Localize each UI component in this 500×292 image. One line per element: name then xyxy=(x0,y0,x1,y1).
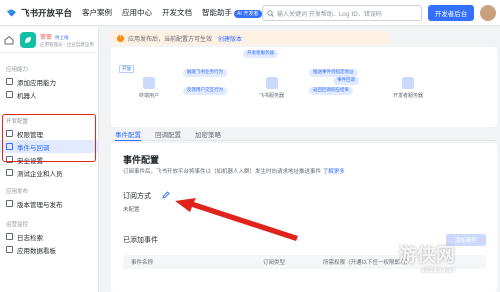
tab-callback-config[interactable]: 回调配置 xyxy=(155,129,181,140)
group-label-monitoring: 运营监控 xyxy=(6,222,29,228)
flow-pill: 开发者服务器 xyxy=(243,50,278,58)
server-icon xyxy=(265,77,278,89)
sidebar-item-label: 版本管理与发布 xyxy=(17,200,63,209)
home-icon[interactable] xyxy=(4,35,14,45)
flow-node-user: 终端用户 xyxy=(139,77,159,99)
notice-text: 应用发布后，当前配置方可生效 xyxy=(128,35,213,43)
users-icon xyxy=(6,169,13,176)
highlight-box-dev-config xyxy=(2,114,96,162)
server-icon xyxy=(402,77,414,89)
watermark: 游侠网 ali213.net xyxy=(398,240,455,274)
flow-pill: 反馈用户交互行为 xyxy=(183,87,227,95)
feishu-logo-icon xyxy=(6,8,17,17)
top-nav: 客户案例 应用中心 开发文档 智能助手 AI 开发者 xyxy=(82,7,262,18)
sidebar-item-logs[interactable]: 日志检索 xyxy=(0,230,99,243)
flow-pill: 推送事件到指定地址 xyxy=(309,69,358,77)
column-event-name: 事件名称 xyxy=(131,260,154,266)
column-subscription-type: 订阅类型 xyxy=(263,260,286,266)
flow-diagram: 开发者服务器 开放 终端用户 触发飞书业务行为 反馈用户交互行为 飞书服务器 推… xyxy=(111,47,497,127)
sidebar-item-label: 日志检索 xyxy=(17,233,43,242)
section-desc: 订阅事件后，飞书开放平台将事件以（如机器人入群）发生时向请求地址推送事件 了解更… xyxy=(123,167,345,175)
nav-ai-assistant-label: 智能助手 xyxy=(202,8,232,17)
notice-bar: ! 应用发布后，当前配置方可生效 创建版本 xyxy=(111,31,388,45)
search-icon xyxy=(267,9,274,17)
edit-icon[interactable] xyxy=(162,191,170,199)
search-input[interactable]: 输入关键词 开发帮助、Log ID、错误码 xyxy=(262,5,422,21)
subscription-method-label: 订阅方式 xyxy=(123,192,151,200)
flow-node-label: 终端用户 xyxy=(139,93,160,99)
logo[interactable]: 飞书开放平台 xyxy=(0,7,72,19)
search-placeholder: 输入关键词 开发帮助、Log ID、错误码 xyxy=(277,10,382,18)
app-meta: 审审 待上线 应用管理员 · 企业自建应用 xyxy=(40,32,94,48)
watermark-text: 游侠网 xyxy=(398,244,456,266)
flow-node-feishu-server: 飞书服务器 xyxy=(259,77,284,99)
dashboard-icon xyxy=(6,246,13,253)
app-desc: 应用管理员 · 企业自建应用 xyxy=(40,42,94,48)
nav-badge: AI 开发者 xyxy=(234,10,262,18)
app-name: 审审 xyxy=(40,33,53,41)
flow-tag: 开放 xyxy=(119,65,134,73)
bot-icon xyxy=(6,91,13,98)
top-bar: 飞书开放平台 客户案例 应用中心 开发文档 智能助手 AI 开发者 输入关键词 开… xyxy=(0,0,500,26)
app-status-tag: 待上线 xyxy=(55,35,69,41)
warning-icon: ! xyxy=(117,34,124,42)
subscription-method-value: 未配置 xyxy=(123,207,140,213)
app-icon xyxy=(20,31,36,48)
logo-text: 飞书开放平台 xyxy=(20,8,72,19)
app-header: 审审 待上线 应用管理员 · 企业自建应用 xyxy=(0,27,98,53)
flow-pill: 触发飞书业务行为 xyxy=(183,69,227,77)
watermark-sub: ali213.net xyxy=(420,267,456,274)
tab-event-config[interactable]: 事件配置 xyxy=(115,129,141,141)
section-title: 事件配置 xyxy=(123,156,160,166)
flow-node-dev-server: 开发者服务器 xyxy=(393,77,423,99)
sidebar-item-label: 应用数据看板 xyxy=(17,246,56,255)
section-desc-text: 订阅事件后，飞书开放平台将事件以（如机器人入群）发生时向请求地址推送事件 xyxy=(123,169,322,175)
user-icon xyxy=(143,77,155,89)
nav-app-center[interactable]: 应用中心 xyxy=(122,7,152,18)
tab-encryption[interactable]: 加密策略 xyxy=(195,129,221,140)
added-events-label: 已添加事件 xyxy=(123,236,158,244)
learn-more-link[interactable]: 了解更多 xyxy=(323,169,345,175)
version-icon xyxy=(6,200,13,207)
leaf-icon xyxy=(25,36,31,43)
config-tabs: 事件配置 回调配置 加密策略 xyxy=(111,129,497,141)
log-icon xyxy=(6,233,13,240)
sidebar-item-label: 机器人 xyxy=(17,91,37,100)
developer-console-button[interactable]: 开发者后台 xyxy=(428,5,474,21)
sidebar-item-label: 添加应用能力 xyxy=(17,78,56,87)
nav-customer-cases[interactable]: 客户案例 xyxy=(82,7,112,18)
sidebar-item-add-capability[interactable]: 添加应用能力 xyxy=(0,75,99,88)
group-label-release: 应用发布 xyxy=(6,189,29,195)
create-version-link[interactable]: 创建版本 xyxy=(218,34,242,43)
user-avatar[interactable] xyxy=(480,5,496,21)
sidebar-item-label: 测试企业和人员 xyxy=(17,169,63,178)
flow-node-label: 飞书服务器 xyxy=(259,93,285,99)
group-label-capabilities: 应用能力 xyxy=(6,67,29,73)
flow-pill: 事件回调 xyxy=(333,77,359,85)
sidebar-item-dashboard[interactable]: 应用数据看板 xyxy=(0,243,99,256)
flow-pill: 返回回调响应结果 xyxy=(309,87,353,95)
sidebar-item-versions[interactable]: 版本管理与发布 xyxy=(0,197,99,210)
sidebar-item-test-users[interactable]: 测试企业和人员 xyxy=(0,166,99,179)
grid-icon xyxy=(6,78,13,85)
sidebar-item-bot[interactable]: 机器人 xyxy=(0,88,99,101)
flow-node-label: 开发者服务器 xyxy=(393,93,424,99)
nav-ai-assistant[interactable]: 智能助手 AI 开发者 xyxy=(202,7,262,18)
nav-dev-docs[interactable]: 开发文档 xyxy=(162,7,192,18)
